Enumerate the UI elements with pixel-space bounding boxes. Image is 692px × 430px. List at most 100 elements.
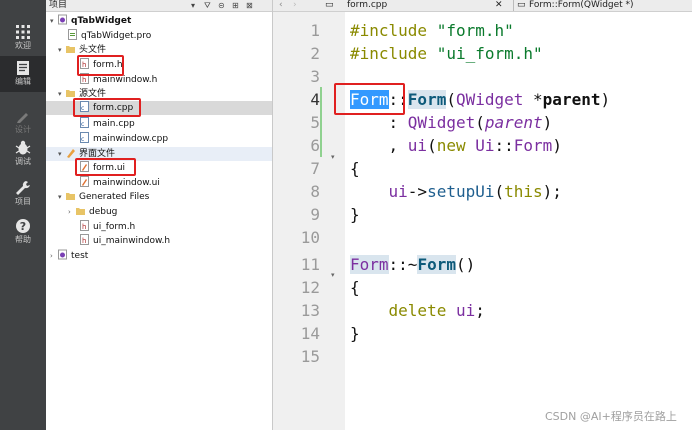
svg-text:c: c <box>81 121 84 128</box>
expand-arrow-icon[interactable]: ▾ <box>58 190 66 204</box>
qt-creator-window: 欢迎 编辑 设计 调试 项目 ? 帮助 项目 ▾ ⛛ ⊝ ⊞ ⊠ ▾ qTabW… <box>0 0 692 430</box>
code-line: , ui(new Ui::Form) <box>350 136 562 155</box>
split-icon[interactable]: ⊞ <box>232 1 239 10</box>
pencil-icon <box>17 113 28 123</box>
close-file-icon[interactable]: ✕ <box>495 0 503 11</box>
ui-file-icon <box>80 176 89 187</box>
code-line: } <box>350 205 360 224</box>
tree-node-mainwindow-ui[interactable]: mainwindow.ui <box>80 176 160 190</box>
project-tree-toolbar: 项目 ▾ ⛛ ⊝ ⊞ ⊠ <box>46 0 272 12</box>
nav-forward-icon[interactable]: › <box>293 0 297 11</box>
folder-icon <box>66 193 75 200</box>
cpp-file-icon: c <box>80 117 89 128</box>
expand-arrow-icon[interactable]: ▾ <box>58 43 66 57</box>
qt-project-icon <box>58 14 67 25</box>
svg-text:h: h <box>82 76 86 84</box>
forms-folder-icon <box>67 149 75 158</box>
line-number: 14 <box>300 324 320 343</box>
code-editor[interactable]: #include "form.h" #include "ui_form.h" F… <box>350 12 692 430</box>
tree-node-debug[interactable]: › debug <box>68 205 117 219</box>
tree-node-generated[interactable]: ▾ Generated Files <box>58 190 149 204</box>
line-number: 1 <box>310 21 320 40</box>
line-number: 11 <box>300 255 320 274</box>
code-line: ui->setupUi(this); <box>388 182 562 201</box>
svg-text:h: h <box>82 237 86 245</box>
fold-marker-icon[interactable]: ▾ <box>331 153 335 161</box>
close-pane-icon[interactable]: ⊠ <box>246 1 253 10</box>
line-number: 3 <box>310 67 320 86</box>
line-number: 15 <box>300 347 320 366</box>
bug-icon <box>15 140 31 155</box>
folder-icon <box>66 46 75 53</box>
cpp-file-icon: c <box>80 132 89 143</box>
line-number: 10 <box>300 228 320 247</box>
mode-help[interactable]: ? 帮助 <box>0 214 46 250</box>
wrench-icon <box>16 181 30 195</box>
annotation-box-form-h <box>77 55 124 76</box>
annotation-box-form-class <box>334 83 405 115</box>
tree-node-mainwindow-cpp[interactable]: c mainwindow.cpp <box>80 132 168 146</box>
mode-projects[interactable]: 项目 <box>0 176 46 212</box>
file-tab-icon: ▭ <box>325 0 334 10</box>
header-file-icon: h <box>80 220 89 231</box>
expand-arrow-icon[interactable]: ▾ <box>58 87 66 101</box>
line-number: 2 <box>310 44 320 63</box>
mode-label: 项目 <box>15 197 31 206</box>
tree-node-ui-form-h[interactable]: h ui_form.h <box>80 220 135 234</box>
line-number: 5 <box>310 113 320 132</box>
expand-arrow-icon[interactable]: ▾ <box>58 147 66 161</box>
grid-icon <box>16 25 30 39</box>
link-icon[interactable]: ⊝ <box>218 1 225 10</box>
line-number: 7 <box>310 159 320 178</box>
code-line: #include "ui_form.h" <box>350 44 543 63</box>
tree-node-main-cpp[interactable]: c main.cpp <box>80 117 135 131</box>
tree-node-project[interactable]: ▾ qTabWidget <box>50 14 131 28</box>
watermark: CSDN @AI+程序员在路上 <box>545 410 677 423</box>
mode-edit[interactable]: 编辑 <box>0 56 46 92</box>
collapse-arrow-icon[interactable]: › <box>68 205 76 219</box>
fold-marker-icon[interactable]: ▾ <box>331 271 335 279</box>
svg-text:?: ? <box>20 220 26 233</box>
expand-arrow-icon[interactable]: ▾ <box>50 14 58 28</box>
mode-label: 欢迎 <box>15 41 31 50</box>
change-marker <box>320 87 322 157</box>
annotation-box-form-cpp <box>73 98 141 117</box>
mode-design[interactable]: 设计 <box>0 104 46 140</box>
mode-bar: 欢迎 编辑 设计 调试 项目 ? 帮助 <box>0 0 46 430</box>
folder-icon <box>66 90 75 97</box>
folder-icon <box>76 208 85 215</box>
code-line: Form::~Form() <box>350 255 476 274</box>
symbol-icon: ▭ <box>513 0 526 11</box>
code-line: { <box>350 159 360 178</box>
file-tab[interactable]: form.cpp <box>347 0 387 11</box>
svg-text:c: c <box>81 136 84 143</box>
annotation-box-form-ui <box>75 158 136 176</box>
line-number: 6 <box>310 136 320 155</box>
mode-welcome[interactable]: 欢迎 <box>0 20 46 56</box>
code-line: } <box>350 324 360 343</box>
mode-label: 帮助 <box>15 235 31 244</box>
tree-node-test[interactable]: › test <box>50 249 88 263</box>
funnel-icon[interactable]: ⛛ <box>204 1 211 10</box>
mode-label: 设计 <box>15 125 31 134</box>
filter-icon[interactable]: ▾ <box>191 1 195 10</box>
project-pane-title: 项目 <box>49 0 68 10</box>
symbol-selector[interactable]: Form::Form(QWidget *) <box>529 0 634 11</box>
line-number: 9 <box>310 205 320 224</box>
tree-node-ui-mainwindow-h[interactable]: h ui_mainwindow.h <box>80 234 170 248</box>
collapse-arrow-icon[interactable]: › <box>50 249 58 263</box>
edit-icon <box>17 61 29 75</box>
mode-debug[interactable]: 调试 <box>0 136 46 172</box>
pro-file-icon <box>68 29 77 40</box>
qt-project-icon <box>58 249 67 260</box>
code-line: delete ui; <box>388 301 485 320</box>
line-number: 4 <box>310 90 320 109</box>
line-number: 12 <box>300 278 320 297</box>
nav-back-icon[interactable]: ‹ <box>279 0 283 11</box>
mode-label: 编辑 <box>15 77 31 86</box>
line-number: 13 <box>300 301 320 320</box>
mode-label: 调试 <box>15 157 31 166</box>
help-icon: ? <box>16 219 30 233</box>
line-number: 8 <box>310 182 320 201</box>
tree-node-pro-file[interactable]: qTabWidget.pro <box>68 29 151 43</box>
